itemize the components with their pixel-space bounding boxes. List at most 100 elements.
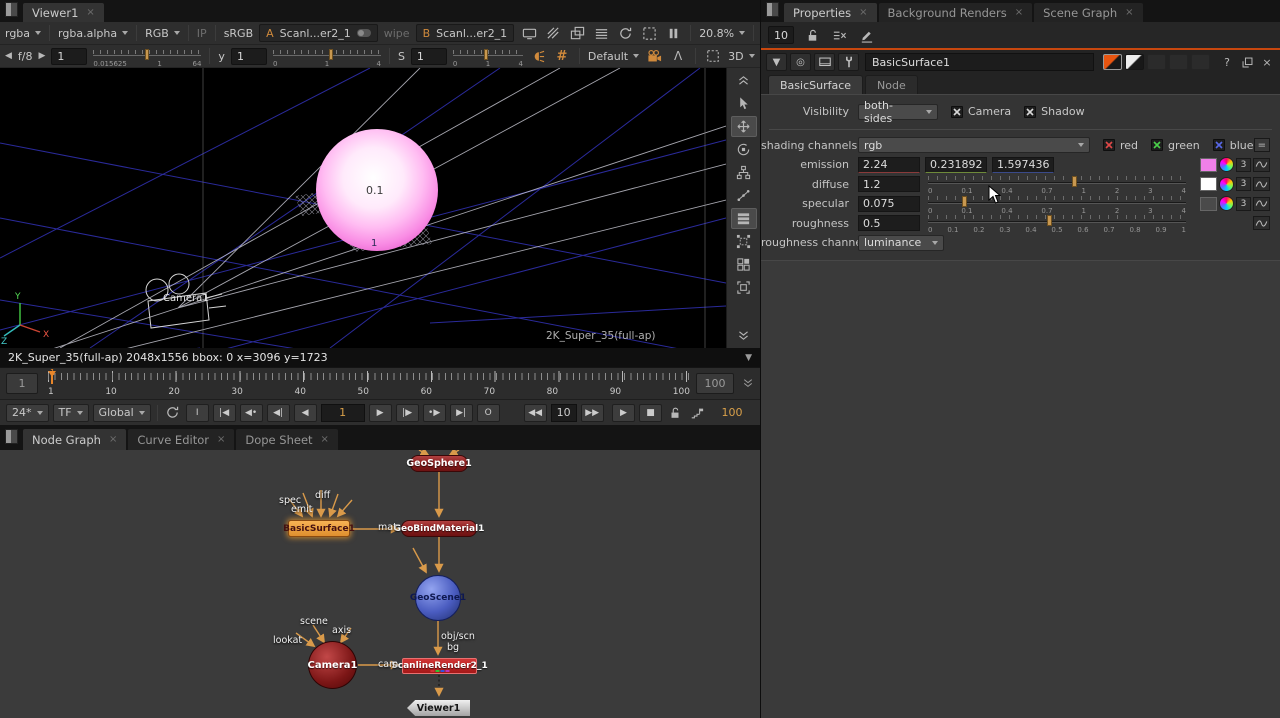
roughness-field[interactable]: 0.5 <box>858 215 920 231</box>
collapse-up-chevron-icon[interactable] <box>731 70 757 91</box>
emission-b-field[interactable]: 1.597436 <box>992 157 1054 173</box>
help-button[interactable]: ? <box>1219 56 1235 69</box>
rotate-tool-icon[interactable] <box>731 139 757 160</box>
color-wheel-icon[interactable] <box>1219 157 1234 172</box>
jump-forward-button[interactable]: ▶▶ <box>581 404 604 422</box>
proxy-mode-icon[interactable] <box>544 24 562 42</box>
frame-tool-icon[interactable] <box>731 277 757 298</box>
roughness-curve-icon[interactable] <box>1253 216 1270 230</box>
fstop-label[interactable]: f/8 <box>18 50 33 63</box>
diffuse-color-swatch[interactable] <box>1200 177 1217 191</box>
text-color-button[interactable] <box>1125 54 1144 70</box>
status-dropdown-icon[interactable]: ▼ <box>745 353 752 363</box>
tab-node[interactable]: Node <box>865 75 918 94</box>
node-camera1[interactable]: Camera1 <box>308 641 357 689</box>
blue-channel-checkbox[interactable]: blue <box>1213 139 1254 152</box>
skew-tool-icon[interactable] <box>731 185 757 206</box>
checkbox-checked-icon[interactable] <box>1024 106 1036 118</box>
frame-increment-field[interactable]: 10 <box>551 404 577 422</box>
viewer-lut-dropdown[interactable]: sRGB <box>224 27 253 40</box>
tab-dope-sheet[interactable]: Dope Sheet × <box>236 429 338 450</box>
close-icon[interactable]: × <box>321 434 329 445</box>
emission-g-field[interactable]: 0.231892 <box>925 157 987 173</box>
red-channel-checkbox[interactable]: red <box>1103 139 1138 152</box>
lambda-curve-icon[interactable]: Λ <box>669 47 687 65</box>
headlamp-icon[interactable] <box>529 47 547 65</box>
select-tool-icon[interactable] <box>731 93 757 114</box>
close-icon[interactable]: × <box>217 434 225 445</box>
translate-tool-icon[interactable] <box>731 116 757 137</box>
monitor-button[interactable] <box>814 53 835 71</box>
node-geobindmaterial1[interactable]: GeoBindMaterial1 <box>401 520 477 537</box>
node-basicsurface1[interactable]: BasicSurface1 <box>288 520 350 537</box>
node-name-field[interactable]: BasicSurface1 <box>865 53 1094 71</box>
timeline-chevron-icon[interactable] <box>742 377 754 392</box>
green-channel-checkbox[interactable]: green <box>1151 139 1200 152</box>
goto-end-button[interactable]: ▶| <box>450 404 473 422</box>
refresh-icon[interactable] <box>616 24 634 42</box>
tab-basicsurface[interactable]: BasicSurface <box>768 75 863 94</box>
slider-handle[interactable] <box>962 196 967 207</box>
diffuse-slider[interactable]: 00.10.40.71234 <box>928 175 1186 193</box>
timeline-out-field[interactable]: 100 <box>696 373 734 394</box>
close-icon[interactable]: × <box>1125 7 1133 18</box>
prev-keyframe-button[interactable]: ◀• <box>240 404 263 422</box>
fps-dropdown[interactable]: 24* <box>6 404 49 422</box>
input-process-toggle[interactable]: IP <box>197 27 207 40</box>
lock-range-icon[interactable] <box>666 404 684 422</box>
field-lines-icon[interactable] <box>592 24 610 42</box>
input-a-toggle[interactable] <box>357 29 371 37</box>
panel-grip[interactable] <box>5 2 18 17</box>
camera-visibility-checkbox[interactable]: Camera <box>951 105 1011 118</box>
playhead[interactable]: 1 <box>51 371 53 384</box>
node-geoscene1[interactable]: GeoScene1 <box>415 575 461 621</box>
play-forward-button[interactable]: ▶ <box>369 404 392 422</box>
shading-channels-dropdown[interactable]: rgb <box>858 137 1090 153</box>
diffuse-field[interactable]: 1.2 <box>858 176 920 192</box>
gain-input[interactable]: 1 <box>51 48 87 65</box>
wrench-button[interactable] <box>838 53 859 71</box>
emission-color-swatch[interactable] <box>1200 158 1217 172</box>
clip-overlay-icon[interactable] <box>568 24 586 42</box>
collapse-panel-button[interactable]: ▼ <box>766 53 787 71</box>
float-panel-icon[interactable] <box>1238 53 1256 71</box>
input-b-selector[interactable]: B Scanl...er2_1 <box>416 24 515 42</box>
unlock-icon[interactable] <box>803 26 821 44</box>
tab-properties[interactable]: Properties × <box>784 3 877 22</box>
zoom-level-dropdown[interactable]: 20.8% <box>699 27 745 40</box>
visibility-dropdown[interactable]: both-sides <box>858 104 938 120</box>
slider-handle[interactable] <box>1047 215 1052 226</box>
slider-handle[interactable] <box>329 49 333 60</box>
next-keyframe-button[interactable]: •▶ <box>423 404 446 422</box>
alpha-layer-dropdown[interactable]: rgba.alpha <box>58 27 128 40</box>
range-end-field[interactable]: 100 <box>710 404 754 422</box>
checkbox-checked-icon[interactable] <box>951 106 963 118</box>
close-icon[interactable]: × <box>1015 7 1023 18</box>
shadow-visibility-checkbox[interactable]: Shadow <box>1024 105 1084 118</box>
specular-multi-button[interactable]: 3 <box>1236 197 1251 211</box>
close-icon[interactable]: × <box>859 7 867 18</box>
set-in-button[interactable]: I <box>186 404 209 422</box>
playback-stop-button[interactable]: ■ <box>639 404 662 422</box>
gain-next-icon[interactable]: ▶ <box>39 51 46 61</box>
collapse-down-chevron-icon[interactable] <box>731 325 757 346</box>
tab-background-renders[interactable]: Background Renders × <box>879 3 1033 22</box>
input-a-selector[interactable]: A Scanl...er2_1 <box>259 24 378 42</box>
camera-view-icon[interactable] <box>645 47 663 65</box>
close-icon[interactable]: × <box>109 434 117 445</box>
specular-curve-icon[interactable] <box>1253 197 1270 211</box>
roughness-slider[interactable]: 00.10.20.30.40.50.60.70.80.91 <box>928 214 1186 232</box>
color-wheel-icon[interactable] <box>1219 196 1234 211</box>
loop-mode-icon[interactable] <box>164 404 182 422</box>
node-viewer1[interactable]: Viewer1 <box>407 700 470 716</box>
viewer-lut-select-dropdown[interactable]: Default <box>588 50 639 63</box>
close-all-panels-icon[interactable] <box>830 26 848 44</box>
checkbox-checked-icon[interactable] <box>1213 139 1225 151</box>
saturation-input[interactable]: 1 <box>411 48 447 65</box>
current-frame-field[interactable]: 1 <box>321 404 365 422</box>
tab-curve-editor[interactable]: Curve Editor × <box>128 429 234 450</box>
wireframe-hash-icon[interactable]: # <box>553 47 571 65</box>
diffuse-multi-button[interactable]: 3 <box>1236 177 1251 191</box>
roughness-channel-dropdown[interactable]: luminance <box>858 235 944 251</box>
close-icon[interactable]: × <box>86 7 94 18</box>
